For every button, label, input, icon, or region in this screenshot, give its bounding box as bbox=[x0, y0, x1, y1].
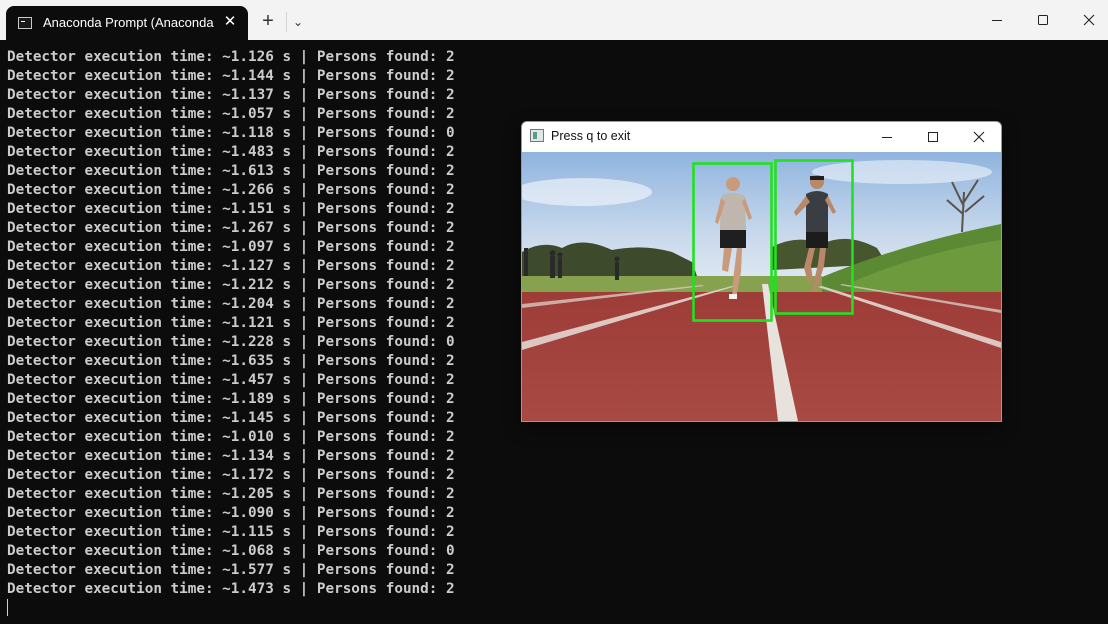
video-frame bbox=[522, 152, 1001, 421]
close-button[interactable] bbox=[1066, 0, 1108, 40]
detection-window-title: Press q to exit bbox=[551, 129, 631, 143]
window-app-icon bbox=[530, 129, 544, 142]
terminal-line: Detector execution time: ~1.144 s | Pers… bbox=[7, 68, 455, 84]
maximize-icon bbox=[1038, 15, 1048, 25]
minimize-button[interactable] bbox=[974, 0, 1020, 40]
close-icon bbox=[973, 131, 985, 143]
terminal-icon bbox=[18, 17, 32, 29]
terminal-line: Detector execution time: ~1.577 s | Pers… bbox=[7, 562, 455, 578]
terminal-line: Detector execution time: ~1.205 s | Pers… bbox=[7, 486, 455, 502]
terminal-line: Detector execution time: ~1.010 s | Pers… bbox=[7, 429, 455, 445]
popup-close-button[interactable] bbox=[956, 122, 1001, 152]
detection-window[interactable]: Press q to exit bbox=[521, 121, 1002, 422]
tab-separator bbox=[286, 12, 287, 32]
terminal-titlebar: Anaconda Prompt (Anaconda ✕ + ⌄ bbox=[0, 0, 1108, 40]
close-icon bbox=[1083, 14, 1095, 26]
terminal-line: Detector execution time: ~1.126 s | Pers… bbox=[7, 49, 455, 65]
terminal-line: Detector execution time: ~1.090 s | Pers… bbox=[7, 505, 455, 521]
popup-minimize-button[interactable] bbox=[864, 122, 910, 152]
minimize-icon bbox=[992, 20, 1002, 21]
tab-title: Anaconda Prompt (Anaconda bbox=[43, 15, 214, 30]
maximize-icon bbox=[928, 132, 938, 142]
terminal-line: Detector execution time: ~1.172 s | Pers… bbox=[7, 467, 455, 483]
terminal-line: Detector execution time: ~1.115 s | Pers… bbox=[7, 524, 455, 540]
minimize-icon bbox=[882, 137, 892, 138]
detection-window-titlebar: Press q to exit bbox=[522, 122, 1001, 152]
new-tab-button[interactable]: + bbox=[257, 10, 279, 32]
tab-close-icon[interactable]: ✕ bbox=[220, 12, 240, 32]
terminal-line: Detector execution time: ~1.068 s | Pers… bbox=[7, 543, 455, 559]
popup-maximize-button[interactable] bbox=[910, 122, 956, 152]
text-cursor bbox=[7, 599, 8, 616]
maximize-button[interactable] bbox=[1020, 0, 1066, 40]
terminal-tab[interactable]: Anaconda Prompt (Anaconda ✕ bbox=[6, 6, 248, 40]
terminal-line: Detector execution time: ~1.137 s | Pers… bbox=[7, 87, 455, 103]
terminal-line: Detector execution time: ~1.134 s | Pers… bbox=[7, 448, 455, 464]
terminal-line: Detector execution time: ~1.473 s | Pers… bbox=[7, 581, 455, 597]
tab-dropdown-button[interactable]: ⌄ bbox=[289, 10, 307, 32]
scene-background bbox=[522, 152, 1001, 421]
